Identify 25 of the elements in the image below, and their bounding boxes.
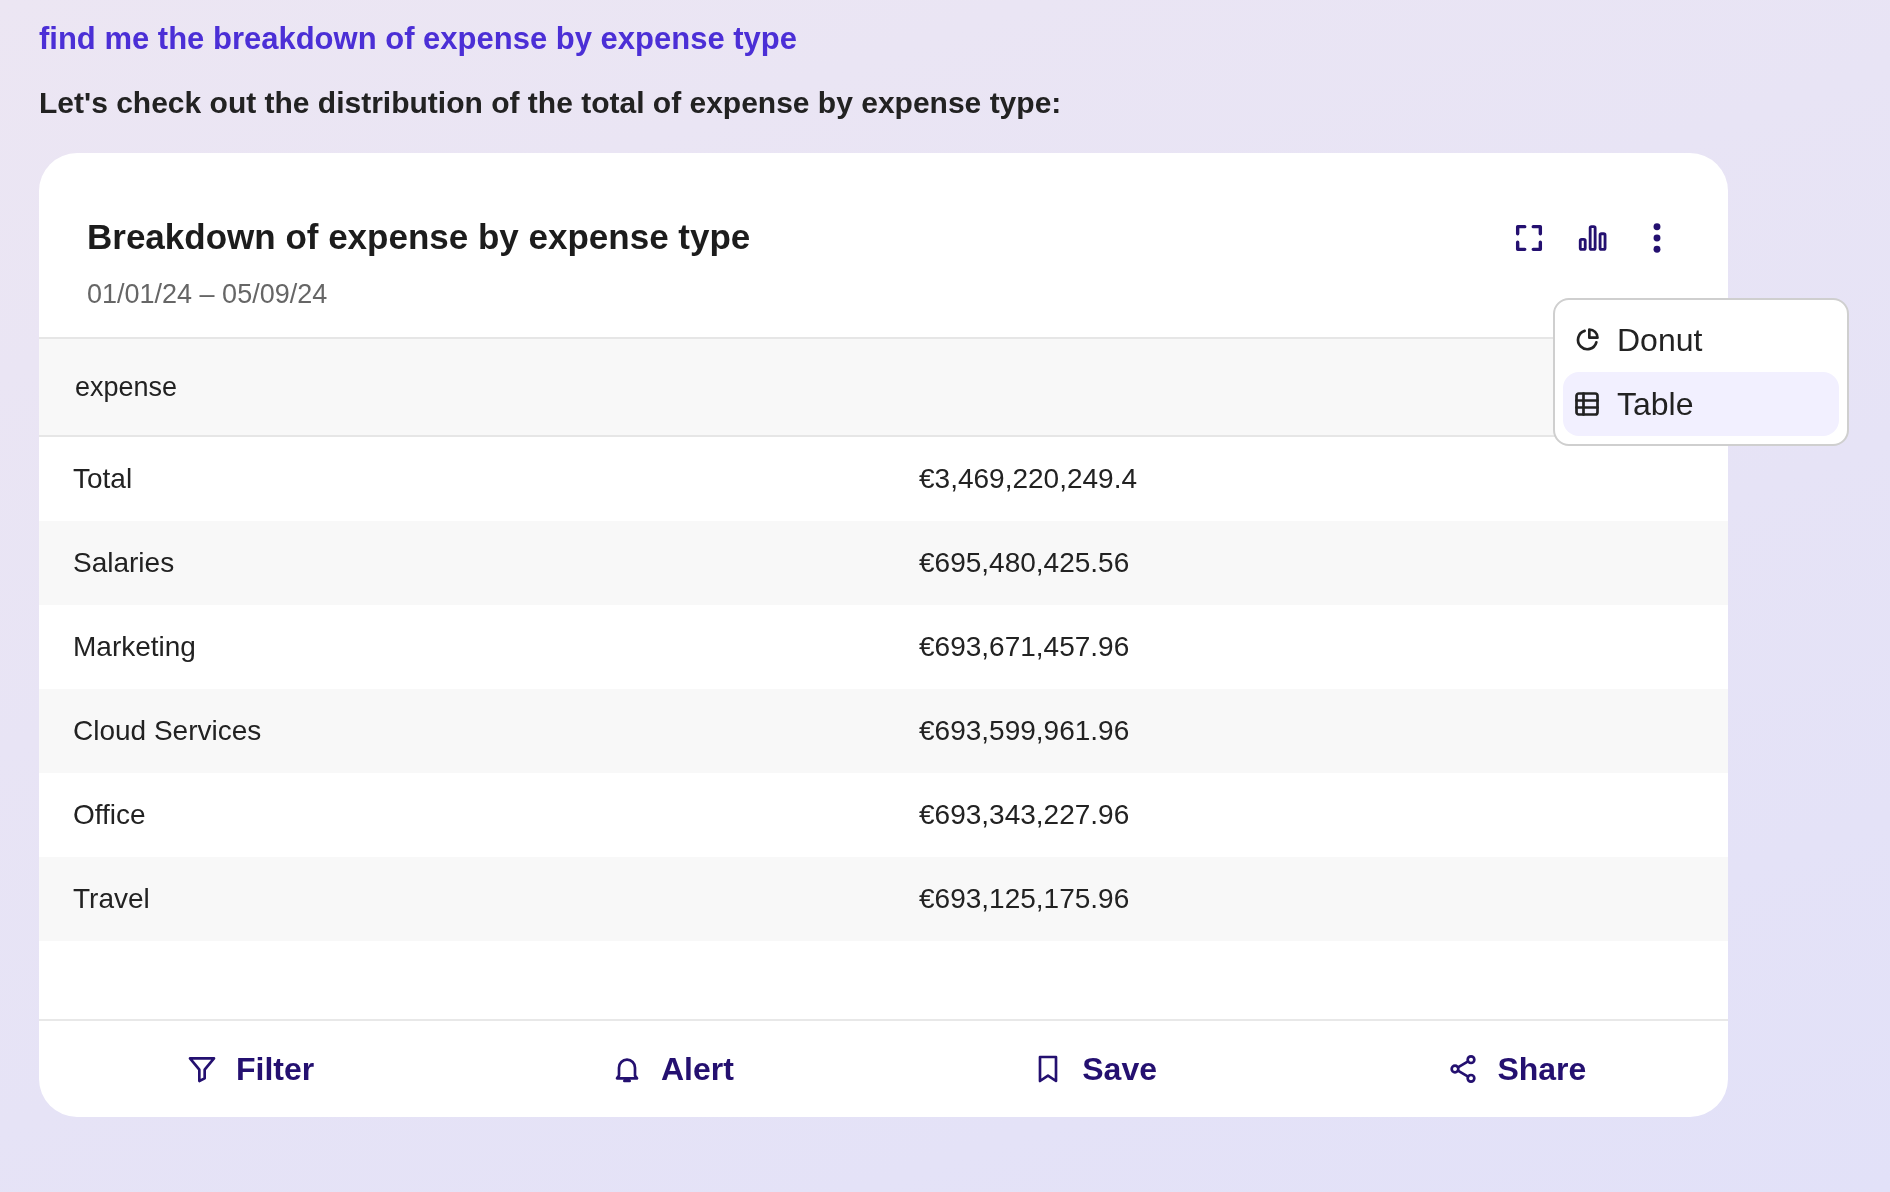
table-cell-text: Salaries [72,547,176,579]
table-cell: €693,125,175.96 [919,883,1130,915]
save-button[interactable]: Save [883,1021,1306,1117]
column-header: expense [74,371,178,403]
menu-item[interactable]: Donut [1563,308,1839,372]
table-cell-text: Total [72,463,134,495]
reply-text: Let's check out the distribution of the total of expense by expense type: [39,85,1063,121]
date-range: 01/01/24 – 05/09/24 [87,279,329,310]
table-cell: €693,599,961.96 [919,715,1130,747]
share-button[interactable]: Share [1305,1021,1728,1117]
more-icon [1653,221,1661,251]
table-cell: €693,671,457.96 [919,631,1130,663]
alert-button[interactable]: Alert [461,1021,884,1117]
card-title: Breakdown of expense by expense type [87,217,751,257]
table-cell-text: Marketing [72,631,197,663]
menu-item[interactable]: Table [1563,372,1839,436]
table-cell: €693,343,227.96 [919,799,1130,831]
table-cell-text: Office [72,799,147,831]
user-prompt: find me the breakdown of expense by expense type [39,20,798,58]
table-cell-text: Travel [72,883,151,915]
table-cell: €3,469,220,249.4 [919,463,1137,495]
table-cell: €695,480,425.56 [919,547,1130,579]
filter-button[interactable]: Filter [39,1021,462,1117]
table-cell-text: Cloud Services [72,715,263,747]
table-icon [1573,390,1601,418]
